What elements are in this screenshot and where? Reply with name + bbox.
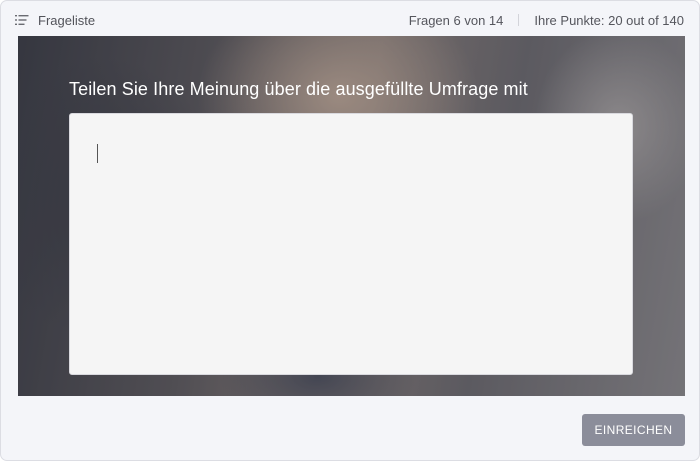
question-title: Teilen Sie Ihre Meinung über die ausgefü…: [69, 79, 528, 99]
question-list-button[interactable]: Frageliste: [15, 10, 95, 30]
question-progress: Fragen 6 von 14: [408, 12, 504, 28]
question-background-image: Teilen Sie Ihre Meinung über die ausgefü…: [18, 36, 685, 396]
progress-info: Fragen 6 von 14 Ihre Punkte: 20 out of 1…: [409, 10, 684, 30]
points-display: Ihre Punkte: 20 out of 140: [534, 12, 684, 28]
submit-button[interactable]: EINREICHEN: [582, 414, 685, 446]
top-bar: Frageliste Fragen 6 von 14 Ihre Punkte: …: [1, 1, 699, 37]
quiz-window: Frageliste Fragen 6 von 14 Ihre Punkte: …: [0, 0, 700, 461]
list-icon: [15, 15, 29, 25]
answer-textarea[interactable]: [69, 113, 633, 375]
text-cursor: [97, 144, 98, 163]
divider: [518, 14, 520, 26]
question-list-label: Frageliste: [38, 12, 96, 28]
